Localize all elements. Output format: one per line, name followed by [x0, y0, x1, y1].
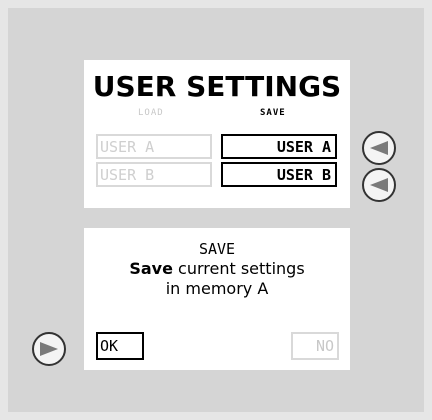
save-user-b-slot[interactable]: USER B [221, 162, 337, 187]
save-confirm-dialog: SAVE Save current settings in memory A O… [84, 228, 350, 370]
arrow-right-icon [40, 342, 58, 356]
dialog-message-bold: Save [129, 259, 173, 278]
page-title: USER SETTINGS [92, 70, 342, 103]
ok-button[interactable]: OK [96, 332, 144, 360]
dialog-message-line2: in memory A [165, 279, 269, 298]
dialog-message-rest: current settings [172, 259, 305, 278]
save-column-label: SAVE [260, 108, 286, 118]
select-user-b-button[interactable] [362, 168, 396, 202]
load-user-b-slot: USER B [96, 162, 212, 187]
arrow-left-icon [370, 178, 388, 192]
select-user-a-button[interactable] [362, 131, 396, 165]
load-user-a-slot: USER A [96, 134, 212, 159]
dialog-title: SAVE [198, 240, 236, 258]
arrow-left-icon [370, 141, 388, 155]
load-column-label: LOAD [138, 108, 164, 118]
dialog-message-line1: Save current settings [84, 260, 350, 278]
save-user-a-slot[interactable]: USER A [221, 134, 337, 159]
user-settings-panel: USER SETTINGS LOAD SAVE USER A USER B US… [84, 60, 350, 208]
no-button[interactable]: NO [291, 332, 339, 360]
confirm-ok-button[interactable] [32, 332, 66, 366]
